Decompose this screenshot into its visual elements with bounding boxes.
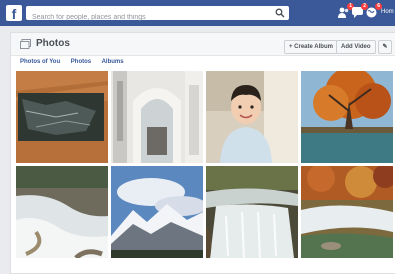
white-interior-photo bbox=[111, 71, 203, 163]
photo-thumbnail[interactable] bbox=[16, 71, 108, 163]
photo-thumbnail[interactable] bbox=[301, 166, 393, 258]
photos-icon bbox=[20, 39, 31, 49]
autumn-stream-photo bbox=[301, 166, 393, 258]
photo-thumbnail[interactable] bbox=[206, 71, 298, 163]
edit-pencil-icon[interactable]: ✎ bbox=[378, 40, 392, 54]
river-rapids-photo bbox=[16, 166, 108, 258]
tab-photos-of-you[interactable]: Photos of You bbox=[20, 59, 60, 65]
home-link[interactable]: Hom bbox=[381, 9, 394, 15]
add-video-button[interactable]: Add Video bbox=[336, 40, 376, 54]
snowy-mountains-photo bbox=[111, 166, 203, 258]
notifications-button[interactable]: 6 bbox=[365, 3, 382, 19]
page-title: Photos bbox=[36, 38, 70, 49]
tab-photos[interactable]: Photos bbox=[71, 59, 91, 65]
photo-thumbnail[interactable] bbox=[16, 166, 108, 258]
search-input[interactable] bbox=[26, 10, 272, 25]
stone-tablet-photo bbox=[16, 71, 108, 163]
create-album-button[interactable]: + Create Album bbox=[284, 40, 338, 54]
autumn-lake-photo bbox=[301, 71, 393, 163]
tab-albums[interactable]: Albums bbox=[102, 59, 124, 65]
toddler-photo bbox=[206, 71, 298, 163]
photos-header: Photos + Create Album Add Video ✎ bbox=[11, 33, 395, 56]
friend-requests-button[interactable]: 1 bbox=[337, 3, 354, 19]
photo-thumbnail[interactable] bbox=[111, 166, 203, 258]
messages-button[interactable]: 2 bbox=[351, 3, 368, 19]
photo-thumbnail[interactable] bbox=[301, 71, 393, 163]
photo-thumbnail[interactable] bbox=[111, 71, 203, 163]
search-icon[interactable] bbox=[275, 8, 285, 18]
photos-tabs: Photos of You Photos Albums bbox=[20, 59, 133, 65]
forest-waterfall-photo bbox=[206, 166, 298, 258]
photo-thumbnail[interactable] bbox=[206, 166, 298, 258]
search-box[interactable] bbox=[26, 6, 289, 25]
top-navigation-bar: f 1 2 6 Hom bbox=[0, 0, 395, 26]
facebook-logo[interactable]: f bbox=[6, 5, 22, 21]
